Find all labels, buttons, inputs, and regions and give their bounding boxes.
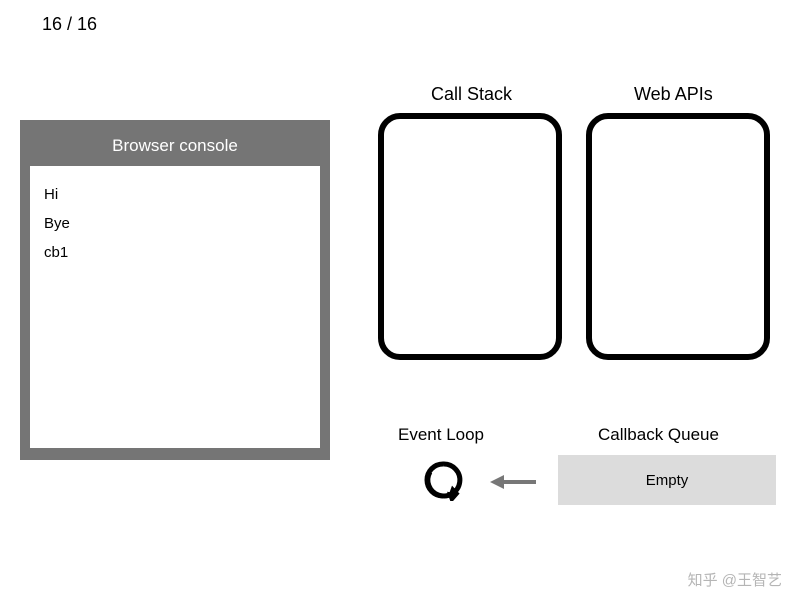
browser-console-body: Hi Bye cb1 [30, 166, 320, 448]
frame-counter: 16 / 16 [42, 14, 97, 35]
browser-console-panel: Browser console Hi Bye cb1 [20, 120, 330, 460]
web-apis-box [586, 113, 770, 360]
web-apis-label: Web APIs [634, 84, 713, 105]
watermark: 知乎 @王智艺 [688, 569, 782, 590]
console-line: cb1 [44, 238, 306, 267]
console-line: Bye [44, 209, 306, 238]
callback-queue-status: Empty [646, 472, 689, 489]
console-line: Hi [44, 180, 306, 209]
event-loop-label: Event Loop [398, 425, 484, 445]
call-stack-box [378, 113, 562, 360]
loop-icon [422, 459, 464, 501]
call-stack-label: Call Stack [431, 84, 512, 105]
callback-queue-label: Callback Queue [598, 425, 719, 445]
frame-current: 16 [42, 14, 62, 34]
callback-queue-box: Empty [558, 455, 776, 505]
frame-separator: / [62, 14, 77, 34]
browser-console-title: Browser console [30, 130, 320, 166]
frame-total: 16 [77, 14, 97, 34]
arrow-left-icon [490, 472, 538, 492]
